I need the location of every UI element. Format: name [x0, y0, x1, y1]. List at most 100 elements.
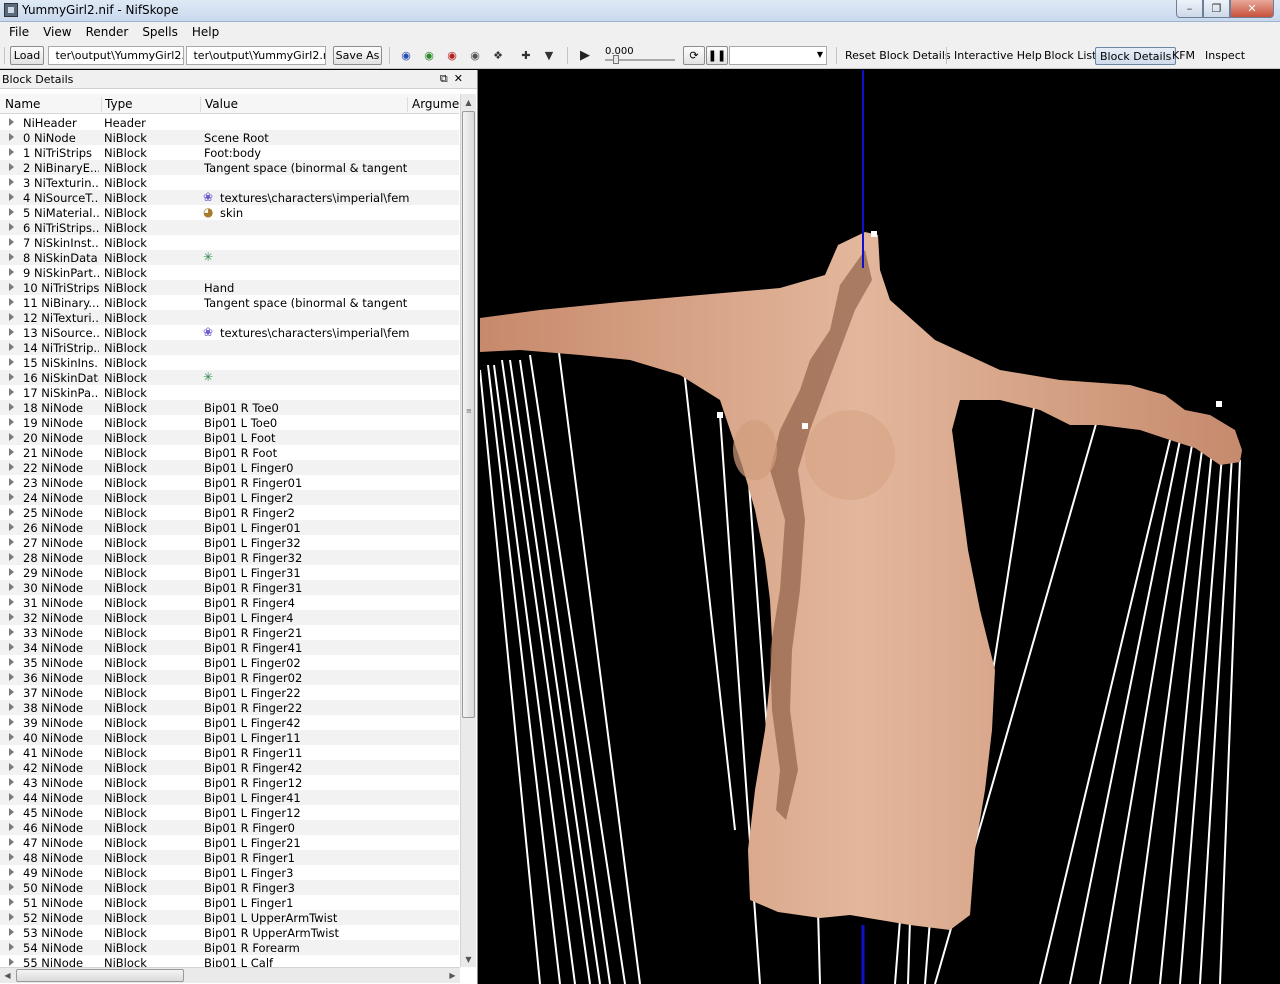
tree-row[interactable]: 50 NiNode NiBlock Bip01 R Finger3: [0, 880, 459, 895]
maximize-button[interactable]: ❐: [1203, 0, 1230, 18]
expand-arrow-icon[interactable]: [9, 373, 14, 381]
expand-arrow-icon[interactable]: [9, 238, 14, 246]
expand-arrow-icon[interactable]: [9, 178, 14, 186]
expand-arrow-icon[interactable]: [9, 313, 14, 321]
column-header-type[interactable]: Type: [105, 97, 201, 112]
tree-row[interactable]: 19 NiNode NiBlock Bip01 L Toe0: [0, 415, 459, 430]
tree-row[interactable]: 15 NiSkinIns... NiBlock: [0, 355, 459, 370]
minimize-button[interactable]: –: [1176, 0, 1203, 18]
tree-row[interactable]: 35 NiNode NiBlock Bip01 L Finger02: [0, 655, 459, 670]
block-details-toggle[interactable]: Block Details: [1095, 47, 1177, 65]
horizontal-scrollbar[interactable]: ◀ ▶: [0, 967, 460, 983]
tree-row[interactable]: 0 NiNode NiBlock Scene Root: [0, 130, 459, 145]
kfm-toggle[interactable]: KFM: [1172, 49, 1195, 62]
view-front-icon[interactable]: ◉: [421, 48, 437, 63]
scroll-thumb-horizontal[interactable]: [16, 969, 184, 982]
tree-row[interactable]: 21 NiNode NiBlock Bip01 R Foot: [0, 445, 459, 460]
menu-view[interactable]: View: [36, 25, 78, 39]
switch-button[interactable]: ❚❚: [706, 46, 728, 65]
tree-row[interactable]: 36 NiNode NiBlock Bip01 R Finger02: [0, 670, 459, 685]
tree-row[interactable]: 22 NiNode NiBlock Bip01 L Finger0: [0, 460, 459, 475]
tree-row[interactable]: 23 NiNode NiBlock Bip01 R Finger01: [0, 475, 459, 490]
expand-arrow-icon[interactable]: [9, 448, 14, 456]
expand-arrow-icon[interactable]: [9, 928, 14, 936]
tree-row[interactable]: 11 NiBinary... NiBlock Tangent space (bino…: [0, 295, 459, 310]
tree-row[interactable]: 8 NiSkinData NiBlock ✳: [0, 250, 459, 265]
expand-arrow-icon[interactable]: [9, 898, 14, 906]
vertical-scrollbar[interactable]: ▲ ≡ ▼: [460, 94, 476, 967]
load-button[interactable]: Load: [10, 46, 44, 65]
expand-arrow-icon[interactable]: [9, 343, 14, 351]
tree-row[interactable]: 13 NiSource... NiBlock ❀ textures\character…: [0, 325, 459, 340]
expand-arrow-icon[interactable]: [9, 403, 14, 411]
column-header-value[interactable]: Value: [205, 97, 408, 112]
expand-arrow-icon[interactable]: [9, 298, 14, 306]
expand-arrow-icon[interactable]: [9, 418, 14, 426]
expand-arrow-icon[interactable]: [9, 268, 14, 276]
tree-row[interactable]: 3 NiTexturin... NiBlock: [0, 175, 459, 190]
tree-row[interactable]: 17 NiSkinPa... NiBlock: [0, 385, 459, 400]
expand-arrow-icon[interactable]: [9, 643, 14, 651]
tree-row[interactable]: 29 NiNode NiBlock Bip01 L Finger31: [0, 565, 459, 580]
expand-arrow-icon[interactable]: [9, 883, 14, 891]
tree-row[interactable]: 40 NiNode NiBlock Bip01 L Finger11: [0, 730, 459, 745]
expand-arrow-icon[interactable]: [9, 913, 14, 921]
tree-row[interactable]: 52 NiNode NiBlock Bip01 L UpperArmTwist: [0, 910, 459, 925]
tree-row[interactable]: 51 NiNode NiBlock Bip01 L Finger1: [0, 895, 459, 910]
expand-arrow-icon[interactable]: [9, 493, 14, 501]
tree-row[interactable]: 2 NiBinaryE... NiBlock Tangent space (bino…: [0, 160, 459, 175]
expand-arrow-icon[interactable]: [9, 583, 14, 591]
tree-row[interactable]: 31 NiNode NiBlock Bip01 R Finger4: [0, 595, 459, 610]
scroll-down-icon[interactable]: ▼: [461, 951, 476, 967]
animation-select[interactable]: ▼: [729, 46, 827, 65]
tree-row[interactable]: 37 NiNode NiBlock Bip01 L Finger22: [0, 685, 459, 700]
tree-row[interactable]: 1 NiTriStrips NiBlock Foot:body: [0, 145, 459, 160]
expand-arrow-icon[interactable]: [9, 748, 14, 756]
expand-arrow-icon[interactable]: [9, 163, 14, 171]
expand-arrow-icon[interactable]: [9, 463, 14, 471]
expand-arrow-icon[interactable]: [9, 328, 14, 336]
expand-arrow-icon[interactable]: [9, 763, 14, 771]
expand-arrow-icon[interactable]: [9, 523, 14, 531]
inspect-toggle[interactable]: Inspect: [1205, 49, 1245, 62]
tree-row[interactable]: 44 NiNode NiBlock Bip01 L Finger41: [0, 790, 459, 805]
expand-arrow-icon[interactable]: [9, 148, 14, 156]
tree-row[interactable]: 10 NiTriStrips NiBlock Hand: [0, 280, 459, 295]
expand-arrow-icon[interactable]: [9, 943, 14, 951]
load-path-field[interactable]: ter\output\YummyGirl2.nif: [48, 46, 184, 65]
expand-arrow-icon[interactable]: [9, 553, 14, 561]
close-icon[interactable]: ✕: [454, 72, 469, 85]
tree-row[interactable]: 16 NiSkinData NiBlock ✳: [0, 370, 459, 385]
expand-arrow-icon[interactable]: [9, 193, 14, 201]
tree-row[interactable]: 41 NiNode NiBlock Bip01 R Finger11: [0, 745, 459, 760]
menu-render[interactable]: Render: [79, 25, 136, 39]
expand-arrow-icon[interactable]: [9, 823, 14, 831]
tree-row[interactable]: 49 NiNode NiBlock Bip01 L Finger3: [0, 865, 459, 880]
tree-row[interactable]: 14 NiTriStrip... NiBlock: [0, 340, 459, 355]
expand-arrow-icon[interactable]: [9, 838, 14, 846]
tree-row[interactable]: 25 NiNode NiBlock Bip01 R Finger2: [0, 505, 459, 520]
expand-arrow-icon[interactable]: [9, 223, 14, 231]
expand-arrow-icon[interactable]: [9, 133, 14, 141]
expand-arrow-icon[interactable]: [9, 253, 14, 261]
tree-row[interactable]: 46 NiNode NiBlock Bip01 R Finger0: [0, 820, 459, 835]
float-icon[interactable]: ⧉: [440, 72, 454, 85]
tree-row[interactable]: NiHeader Header: [0, 115, 459, 130]
tree-row[interactable]: 30 NiNode NiBlock Bip01 R Finger31: [0, 580, 459, 595]
expand-arrow-icon[interactable]: [9, 568, 14, 576]
tree-row[interactable]: 38 NiNode NiBlock Bip01 R Finger22: [0, 700, 459, 715]
play-icon[interactable]: ▶: [577, 48, 593, 63]
tree-row[interactable]: 42 NiNode NiBlock Bip01 R Finger42: [0, 760, 459, 775]
expand-arrow-icon[interactable]: [9, 598, 14, 606]
tree-row[interactable]: 43 NiNode NiBlock Bip01 R Finger12: [0, 775, 459, 790]
block-list-toggle[interactable]: Block List: [1044, 49, 1096, 62]
scroll-up-icon[interactable]: ▲: [461, 94, 476, 110]
expand-arrow-icon[interactable]: [9, 778, 14, 786]
tree-row[interactable]: 32 NiNode NiBlock Bip01 L Finger4: [0, 610, 459, 625]
expand-arrow-icon[interactable]: [9, 793, 14, 801]
tree-row[interactable]: 27 NiNode NiBlock Bip01 L Finger32: [0, 535, 459, 550]
tree-row[interactable]: 53 NiNode NiBlock Bip01 R UpperArmTwist: [0, 925, 459, 940]
expand-arrow-icon[interactable]: [9, 208, 14, 216]
close-button[interactable]: ✕: [1230, 0, 1274, 18]
expand-arrow-icon[interactable]: [9, 703, 14, 711]
